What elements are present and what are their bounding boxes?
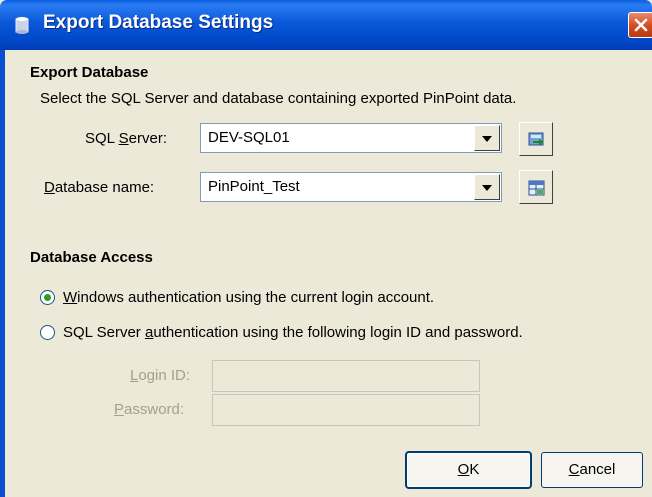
password-field[interactable] (212, 394, 480, 426)
database-name-combobox[interactable]: PinPoint_Test (200, 172, 502, 202)
dropdown-arrow-icon[interactable] (474, 125, 500, 151)
database-icon (15, 17, 29, 34)
sql-server-combobox[interactable]: DEV-SQL01 (200, 123, 502, 153)
close-icon (634, 18, 648, 32)
sql-auth-label[interactable]: SQL Server authentication using the foll… (63, 324, 523, 341)
dropdown-arrow-icon[interactable] (474, 174, 500, 200)
close-button[interactable] (628, 12, 652, 38)
database-name-value: PinPoint_Test (208, 178, 300, 195)
browse-databases-button[interactable] (519, 170, 553, 204)
login-id-label: Login ID: (130, 367, 191, 384)
windows-auth-radio[interactable] (40, 290, 55, 305)
cancel-button[interactable]: Cancel (541, 452, 643, 488)
sql-auth-radio[interactable] (40, 325, 55, 340)
sql-server-value: DEV-SQL01 (208, 129, 290, 146)
browse-servers-icon (528, 132, 544, 146)
password-label: Password: (114, 401, 185, 418)
window-title: Export Database Settings (43, 12, 274, 33)
browse-servers-button[interactable] (519, 122, 553, 156)
ok-button[interactable]: OK (406, 452, 531, 488)
database-name-label: Database name: (44, 179, 155, 196)
window-frame (0, 50, 5, 497)
browse-databases-icon (528, 180, 545, 196)
export-description: Select the SQL Server and database conta… (40, 90, 517, 107)
export-section-heading: Export Database (30, 64, 149, 81)
access-section-heading: Database Access (30, 249, 153, 266)
title-bar: Export Database Settings (0, 0, 652, 50)
windows-auth-label[interactable]: Windows authentication using the current… (63, 289, 434, 306)
login-id-field[interactable] (212, 360, 480, 392)
sql-server-label: SQL Server: (85, 130, 167, 147)
